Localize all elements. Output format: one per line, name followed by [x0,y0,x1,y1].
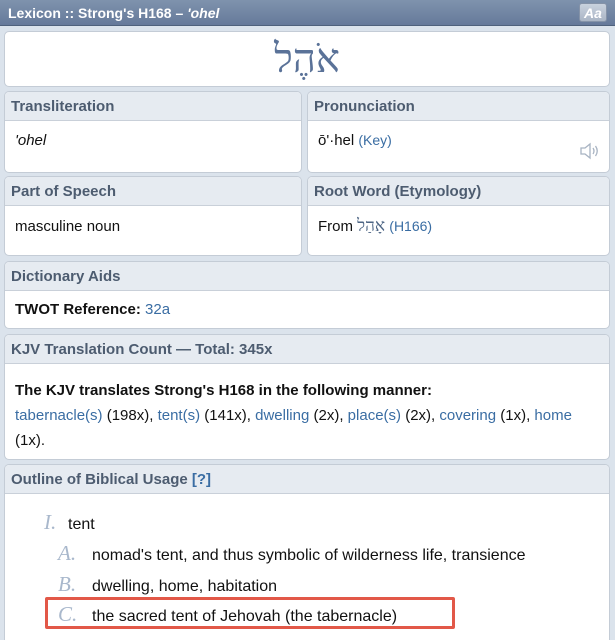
root-word-panel: Root Word (Etymology) From אָהַל (H166) [307,176,610,256]
part-of-speech-heading: Part of Speech [5,177,301,206]
highlight-box [45,597,455,629]
outline-marker: B. [58,572,77,596]
kjv-word-link[interactable]: covering [439,407,496,424]
root-word-link[interactable]: (H166) [389,218,432,234]
outline-marker: I. [44,510,57,534]
pronunciation-heading: Pronunciation [308,92,609,121]
dictionary-aids-heading: Dictionary Aids [5,262,609,291]
kjv-word-link[interactable]: tabernacle(s) [15,407,103,424]
outline-heading: Outline of Biblical Usage [?] [5,465,609,494]
kjv-intro: The KJV translates Strong's H168 in the … [15,382,432,399]
twot-reference-link[interactable]: 32a [145,301,170,318]
dictionary-aids-panel: Dictionary Aids TWOT Reference: 32a [4,261,610,329]
kjv-translation-panel: KJV Translation Count — Total: 345x The … [4,334,610,460]
pronunciation-key-link[interactable]: (Key) [358,132,391,148]
kjv-list: tabernacle(s) (198x), tent(s) (141x), dw… [15,403,599,453]
window-title-transliteration: 'ohel [187,4,220,21]
kjv-item: tabernacle(s) (198x), [15,407,153,424]
outline-marker: A. [58,541,77,565]
hebrew-word-panel: אֹהֶל [4,31,610,87]
transliteration-heading: Transliteration [5,92,301,121]
outline-item: B. dwelling, home, habitation [58,572,277,597]
kjv-word-link[interactable]: place(s) [348,407,401,424]
kjv-count: (1x). [15,432,45,449]
root-word-hebrew: אָהַל [357,216,386,236]
kjv-count: (1x), [500,407,531,424]
kjv-heading: KJV Translation Count — Total: 345x [5,335,609,364]
speaker-icon[interactable] [579,142,601,160]
outline-item: I. tent [44,510,95,535]
root-word-heading: Root Word (Etymology) [308,177,609,206]
part-of-speech-panel: Part of Speech masculine noun [4,176,302,256]
hebrew-word: אֹהֶל [274,36,340,82]
kjv-count: (2x), [405,407,436,424]
window-title-bar: Lexicon :: Strong's H168 – 'ohel Aa [0,0,615,26]
transliteration-panel: Transliteration 'ohel [4,91,302,173]
kjv-item: tent(s) (141x), [158,407,251,424]
outline-text: nomad's tent, and thus symbolic of wilde… [92,547,526,564]
kjv-item: place(s) (2x), [348,407,436,424]
kjv-word-link[interactable]: tent(s) [158,407,201,424]
outline-item: A. nomad's tent, and thus symbolic of wi… [58,541,526,566]
twot-label: TWOT Reference: [15,301,141,318]
kjv-count: (2x), [313,407,344,424]
outline-heading-label: Outline of Biblical Usage [11,471,188,488]
kjv-count: (141x), [204,407,251,424]
kjv-count: (198x), [106,407,154,424]
outline-text: dwelling, home, habitation [92,578,278,595]
root-word-prefix: From [318,218,353,235]
part-of-speech-value: masculine noun [15,218,121,235]
kjv-item: covering (1x), [439,407,530,424]
kjv-item: dwelling (2x), [255,407,343,424]
pronunciation-value: ō'·hel [318,132,355,149]
kjv-word-link[interactable]: dwelling [255,407,309,424]
transliteration-value: 'ohel [15,132,47,149]
window-title: Lexicon :: Strong's H168 – [8,4,184,21]
outline-help-link[interactable]: [?] [192,471,211,488]
font-size-button[interactable]: Aa [579,3,607,22]
pronunciation-panel: Pronunciation ō'·hel (Key) [307,91,610,173]
kjv-word-link[interactable]: home [534,407,572,424]
outline-text: tent [68,516,95,533]
